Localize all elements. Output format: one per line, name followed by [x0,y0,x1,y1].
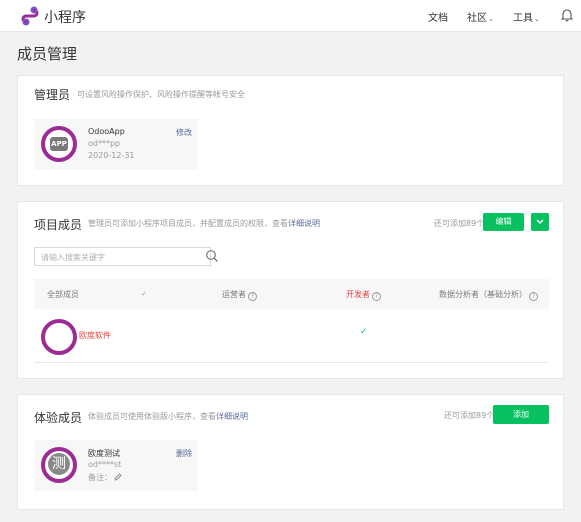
chevron-down-icon: ⌄ [488,15,494,23]
nav-tools-label: 工具 [513,13,533,24]
tester-person-card: 测 欧度测试 od****st 备注： 删除 [34,440,198,491]
admin-card: 管理员 可设置风险操作保护、风险操作提醒等帐号安全 APP OdooApp od… [17,75,564,186]
nav-docs[interactable]: 文档 [428,9,448,24]
column-operator: 运营者? [222,289,257,301]
testers-help-link[interactable]: 详细说明 [216,412,248,421]
members-title: 项目成员 [34,218,83,232]
column-analyst-label: 数据分析者（基础分析） [439,290,527,299]
chevron-down-icon [536,219,544,225]
avatar: APP [41,126,77,162]
admin-title: 管理员 [34,88,71,102]
admin-person-card: APP OdooApp od***pp 2020-12-31 修改 [34,119,198,170]
check-icon: ✓ [141,290,147,298]
app-badge-icon: APP [50,137,68,151]
column-analyst: 数据分析者（基础分析）? [439,289,538,301]
help-icon[interactable]: ? [529,292,538,301]
pencil-icon[interactable] [114,473,122,481]
delete-link[interactable]: 删除 [176,448,192,459]
testers-description: 体验成员可使用体验版小程序，查看详细说明 [88,411,248,422]
member-name: 欧度软件 [79,331,111,340]
tester-note-label: 备注： [88,473,112,482]
miniprogram-logo-icon[interactable] [20,6,40,26]
bell-icon[interactable] [561,8,573,22]
nav-tools[interactable]: 工具⌄ [513,9,540,24]
tester-note: 备注： [88,472,122,483]
nav-community-label: 社区 [467,13,487,24]
chevron-down-icon: ⌄ [534,15,540,23]
members-description-text: 管理员可添加小程序项目成员，并配置成员的权限，查看 [88,219,288,228]
testers-quota: 还可添加89个 [444,411,495,420]
brand-title[interactable]: 小程序 [44,7,86,27]
testers-title: 体验成员 [34,411,83,425]
table-row[interactable]: 欧度软件 ✓ [34,309,549,363]
modify-link[interactable]: 修改 [176,127,192,138]
members-quota: 还可添加89个 [434,219,485,228]
avatar: 测 [41,447,77,483]
members-table-header: 全部成员 ✓ 运营者? 开发者? 数据分析者（基础分析）? [34,279,549,309]
more-dropdown-button[interactable] [531,213,549,231]
members-help-link[interactable]: 详细说明 [288,219,320,228]
help-icon[interactable]: ? [248,292,257,301]
member-search-input[interactable]: 请输入搜索关键字 [34,247,211,266]
testers-description-text: 体验成员可使用体验版小程序，查看 [88,412,216,421]
admin-description: 可设置风险操作保护、风险操作提醒等帐号安全 [77,90,245,99]
add-tester-button[interactable]: 添加 [493,405,549,424]
nav-community[interactable]: 社区⌄ [467,9,494,24]
developer-check-icon: ✓ [360,327,368,337]
edit-button[interactable]: 编辑 [483,213,524,231]
members-description: 管理员可添加小程序项目成员，并配置成员的权限，查看详细说明 [88,218,320,229]
column-all-members[interactable]: 全部成员 [47,289,79,300]
admin-id: od***pp [88,139,121,148]
tester-name: 欧度测试 [88,449,120,458]
column-developer-label: 开发者 [346,290,370,299]
search-placeholder: 请输入搜索关键字 [41,253,105,262]
avatar-initial: 测 [48,453,70,475]
avatar [41,319,77,355]
top-navigation-bar: 小程序 文档 社区⌄ 工具⌄ [0,0,581,32]
tester-id: od****st [88,460,122,469]
search-icon[interactable] [205,249,219,263]
page-title: 成员管理 [17,45,78,63]
help-icon[interactable]: ? [372,292,381,301]
testers-card: 体验成员 体验成员可使用体验版小程序，查看详细说明 还可添加89个 添加 测 欧… [17,394,564,510]
admin-name: OdooApp [88,127,125,136]
column-developer: 开发者? [346,289,381,301]
admin-date: 2020-12-31 [88,151,135,160]
members-card: 项目成员 管理员可添加小程序项目成员，并配置成员的权限，查看详细说明 还可添加8… [17,201,564,379]
column-operator-label: 运营者 [222,290,246,299]
